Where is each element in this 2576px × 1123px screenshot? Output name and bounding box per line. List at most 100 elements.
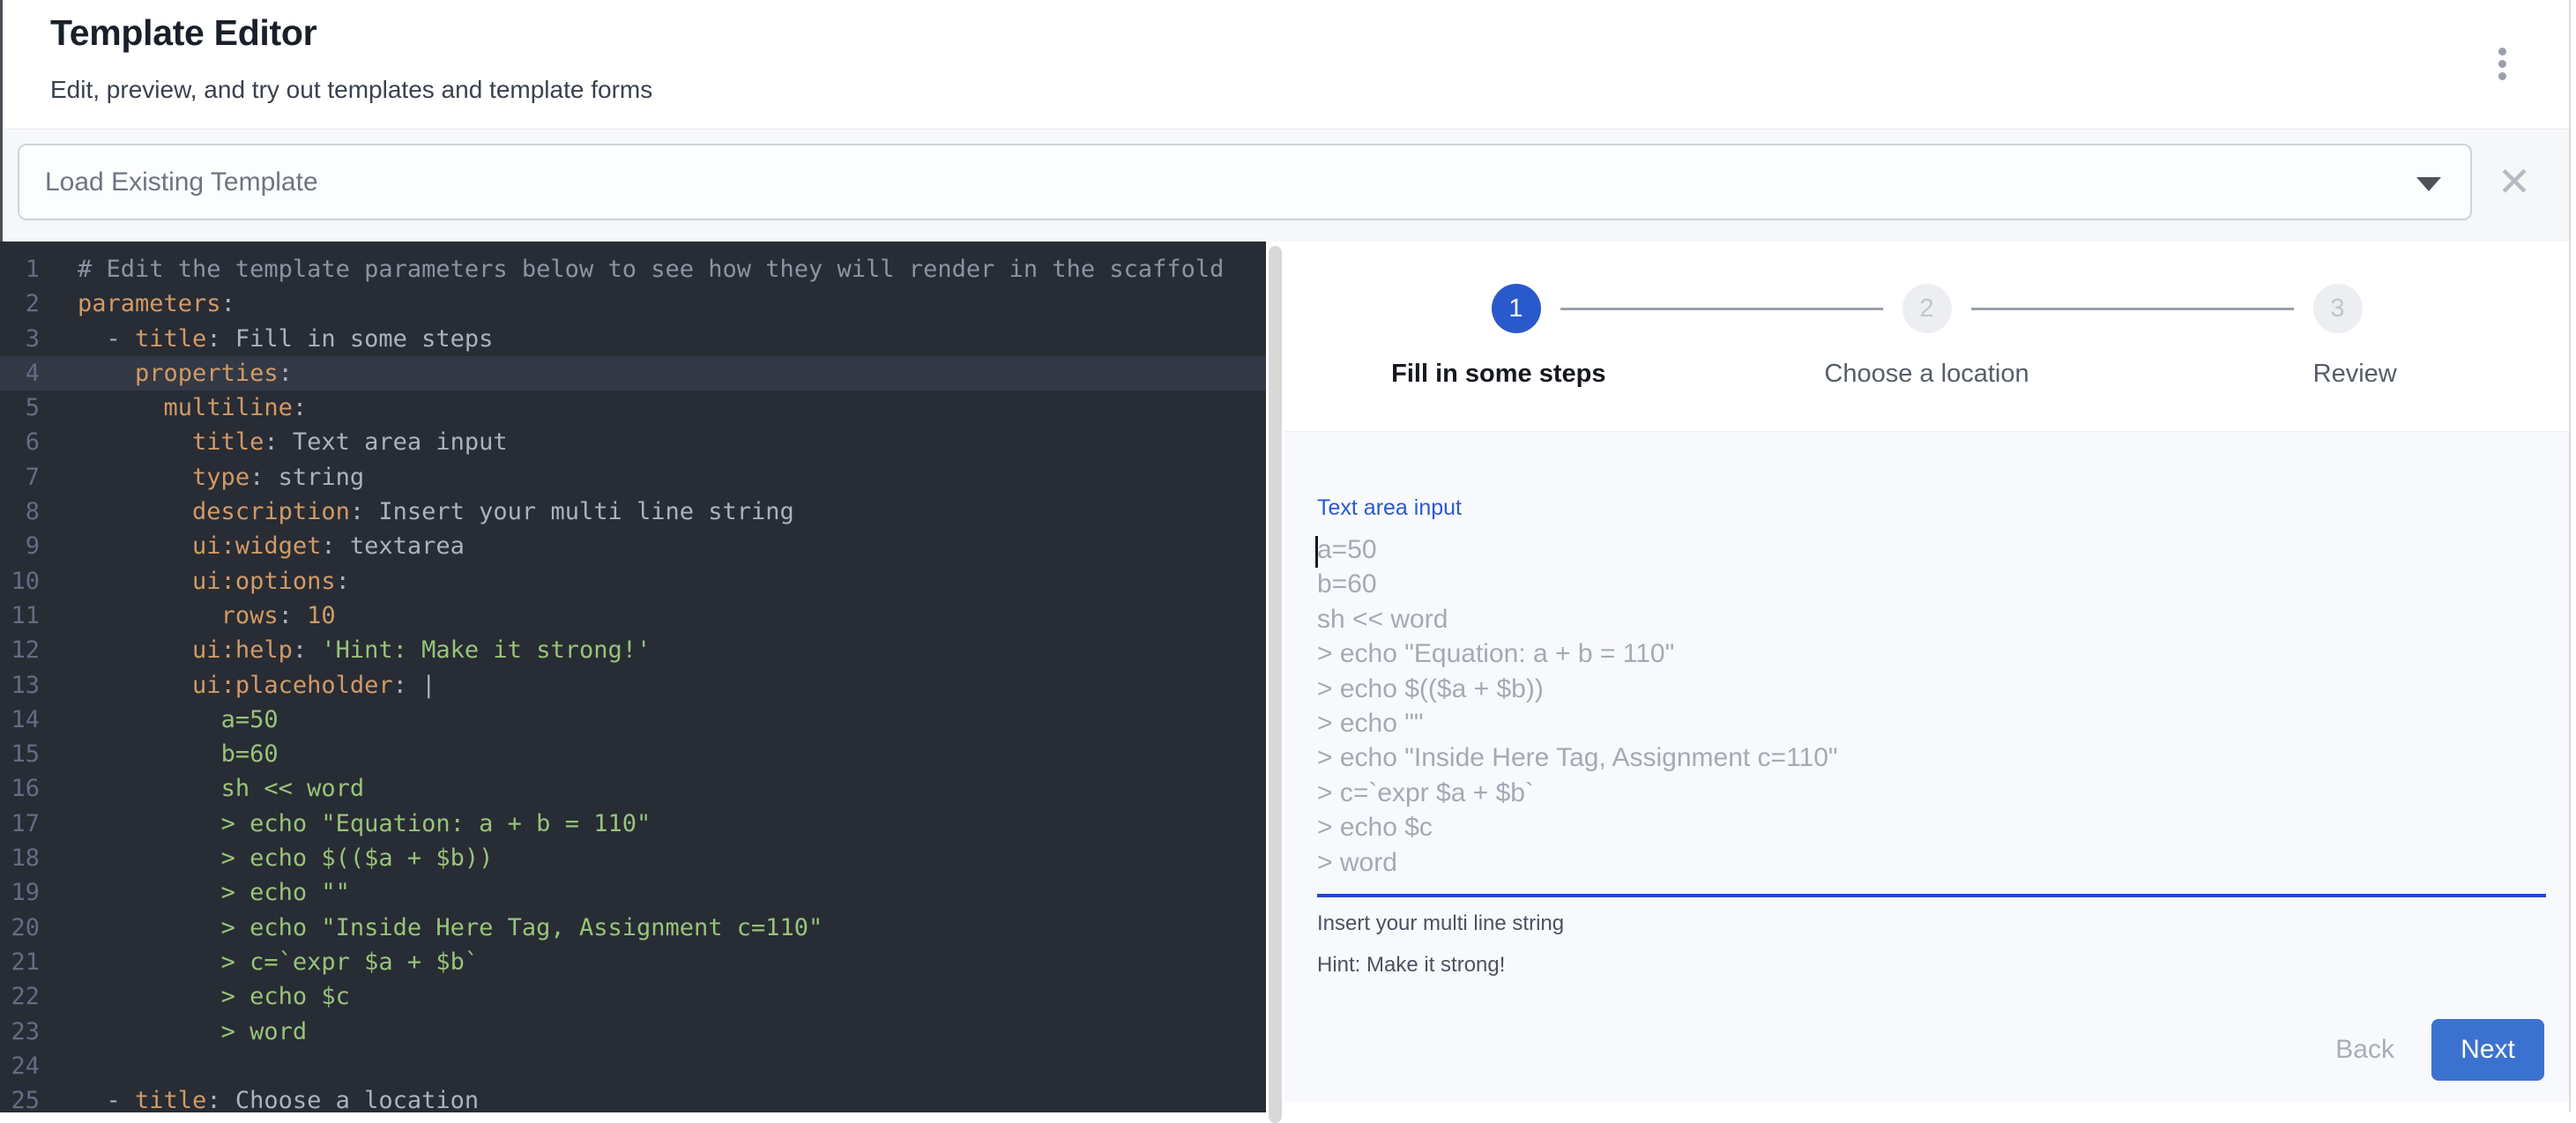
code-line[interactable]: 14 a=50: [0, 703, 1266, 737]
code-text: # Edit the template parameters below to …: [78, 252, 1224, 286]
code-line[interactable]: 15 b=60: [0, 737, 1266, 771]
textarea-placeholder-line: > echo "": [1317, 706, 2546, 740]
step-label: Review: [2140, 360, 2569, 389]
code-text: ui:help: 'Hint: Make it strong!': [78, 633, 651, 667]
code-line[interactable]: 9 ui:widget: textarea: [0, 529, 1266, 563]
line-number: 1: [0, 252, 40, 286]
code-line[interactable]: 5 multiline:: [0, 390, 1266, 425]
workspace: 1 # Edit the template parameters below to…: [0, 242, 2569, 1112]
scrollbar-thumb[interactable]: [1269, 246, 1282, 1123]
code-text: > c=`expr $a + $b`: [78, 945, 479, 979]
textarea-placeholder-line: b=60: [1317, 567, 2546, 601]
template-editor-page: Template Editor Edit, preview, and try o…: [0, 0, 2571, 1112]
preview-panel: 1 2 3 Fill in some stepsChoose a locationR…: [1284, 242, 2569, 1112]
code-line[interactable]: 12 ui:help: 'Hint: Make it strong!': [0, 633, 1266, 667]
line-number: 2: [0, 286, 40, 321]
line-number: 16: [0, 771, 40, 806]
code-text: b=60: [78, 737, 279, 771]
code-text: > echo $(($a + $b)): [78, 841, 493, 875]
code-line[interactable]: 24: [0, 1049, 1266, 1083]
kebab-menu-icon[interactable]: [2484, 42, 2520, 85]
code-text: ui:placeholder: |: [78, 668, 436, 703]
editor-scrollbar: [1266, 242, 1284, 1112]
code-editor[interactable]: 1 # Edit the template parameters below to…: [0, 242, 1266, 1112]
textarea-placeholder-line: a=50: [1317, 532, 2546, 567]
textarea-placeholder-line: > c=`expr $a + $b`: [1317, 776, 2546, 810]
code-line[interactable]: 21 > c=`expr $a + $b`: [0, 945, 1266, 979]
code-line[interactable]: 6 title: Text area input: [0, 425, 1266, 459]
code-text: - title: Fill in some steps: [78, 322, 493, 356]
clear-selection-button[interactable]: ✕: [2495, 153, 2534, 210]
line-number: 23: [0, 1015, 40, 1049]
code-line[interactable]: 25 - title: Choose a location: [0, 1083, 1266, 1112]
line-number: 21: [0, 945, 40, 979]
line-number: 19: [0, 875, 40, 910]
dropdown-caret-icon: [2416, 177, 2441, 191]
line-number: 3: [0, 322, 40, 356]
form-actions: Back Next: [2335, 1019, 2544, 1081]
code-text: sh << word: [78, 771, 364, 806]
code-text: > echo "Inside Here Tag, Assignment c=11…: [78, 911, 823, 945]
code-line[interactable]: 1 # Edit the template parameters below to…: [0, 252, 1266, 286]
textarea-placeholder-line: > echo "Equation: a + b = 110": [1317, 636, 2546, 671]
load-template-select[interactable]: Load Existing Template: [18, 144, 2472, 220]
load-template-placeholder: Load Existing Template: [45, 167, 318, 197]
back-button[interactable]: Back: [2335, 1035, 2394, 1065]
step-label: Choose a location: [1713, 360, 2141, 389]
line-number: 7: [0, 460, 40, 495]
code-line[interactable]: 22 > echo $c: [0, 979, 1266, 1014]
form-area: Text area input a=50b=60sh << word> echo…: [1284, 431, 2569, 1102]
code-text: > echo "Equation: a + b = 110": [78, 807, 651, 841]
textarea-placeholder-line: > echo $c: [1317, 810, 2546, 844]
textarea-placeholder-line: sh << word: [1317, 602, 2546, 636]
step-circle: 3: [2313, 284, 2363, 333]
code-line[interactable]: 23 > word: [0, 1015, 1266, 1049]
line-number: 15: [0, 737, 40, 771]
code-text: a=50: [78, 703, 279, 737]
text-cursor: [1315, 536, 1318, 568]
code-line[interactable]: 4 properties:: [0, 356, 1266, 390]
step-circle: 2: [1902, 284, 1952, 333]
textarea-placeholder-line: > echo $(($a + $b)): [1317, 672, 2546, 706]
textarea-placeholder-line: > echo "Inside Here Tag, Assignment c=11…: [1317, 740, 2546, 775]
code-line[interactable]: 20 > echo "Inside Here Tag, Assignment c…: [0, 911, 1266, 945]
code-line[interactable]: 2 parameters:: [0, 286, 1266, 321]
code-text: > echo "": [78, 875, 350, 910]
code-text: parameters:: [78, 286, 235, 321]
code-line[interactable]: 10 ui:options:: [0, 564, 1266, 599]
left-edge-divider: [0, 0, 3, 242]
line-number: 13: [0, 668, 40, 703]
code-text: ui:options:: [78, 564, 350, 599]
code-line[interactable]: 18 > echo $(($a + $b)): [0, 841, 1266, 875]
stepper: 1 2 3 Fill in some stepsChoose a locationR…: [1284, 242, 2569, 431]
code-line[interactable]: 16 sh << word: [0, 771, 1266, 806]
line-number: 11: [0, 599, 40, 633]
multiline-textarea[interactable]: a=50b=60sh << word> echo "Equation: a + …: [1317, 532, 2546, 897]
code-line[interactable]: 8 description: Insert your multi line st…: [0, 495, 1266, 529]
code-line[interactable]: 11 rows: 10: [0, 599, 1266, 633]
step-circle: 1: [1492, 284, 1541, 333]
line-number: 10: [0, 564, 40, 599]
code-line[interactable]: 13 ui:placeholder: |: [0, 668, 1266, 703]
code-text: title: Text area input: [78, 425, 508, 459]
code-line[interactable]: 19 > echo "": [0, 875, 1266, 910]
line-number: 17: [0, 807, 40, 841]
code-line[interactable]: 7 type: string: [0, 460, 1266, 495]
code-text: description: Insert your multi line stri…: [78, 495, 794, 529]
code-text: multiline:: [78, 390, 307, 425]
page-subtitle: Edit, preview, and try out templates and…: [50, 76, 652, 104]
line-number: 6: [0, 425, 40, 459]
line-number: 4: [0, 356, 40, 390]
line-number: 24: [0, 1049, 40, 1083]
header: Template Editor Edit, preview, and try o…: [0, 0, 2569, 130]
code-line[interactable]: 17 > echo "Equation: a + b = 110": [0, 807, 1266, 841]
line-number: 18: [0, 841, 40, 875]
code-text: > echo $c: [78, 979, 350, 1014]
code-text: > word: [78, 1015, 307, 1049]
code-line[interactable]: 3 - title: Fill in some steps: [0, 322, 1266, 356]
next-button[interactable]: Next: [2431, 1019, 2544, 1081]
helper-hint: Hint: Make it strong!: [1317, 953, 2546, 978]
code-text: - title: Choose a location: [78, 1083, 479, 1112]
stepper-labels: Fill in some stepsChoose a locationRevie…: [1284, 360, 2569, 389]
line-number: 8: [0, 495, 40, 529]
